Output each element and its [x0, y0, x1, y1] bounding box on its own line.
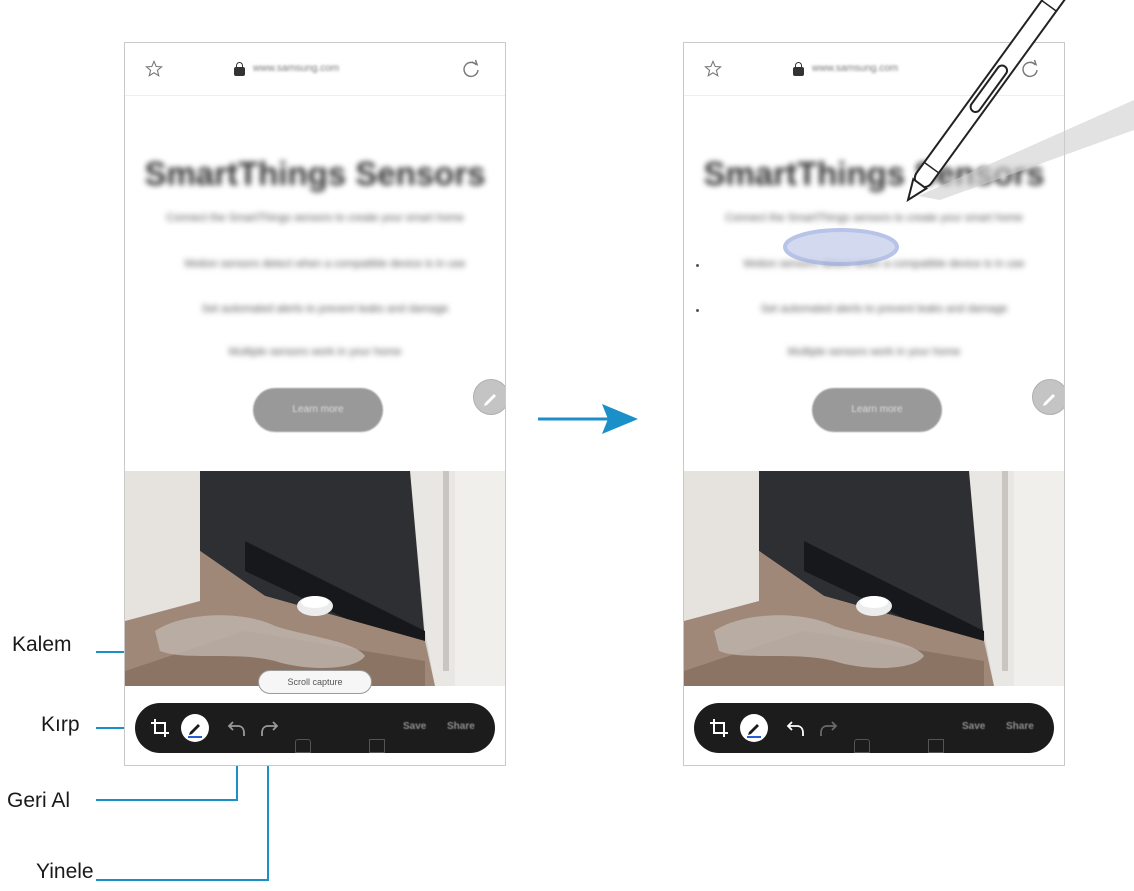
bullet-item: Multiple sensors work in your home [787, 346, 961, 358]
redo-icon[interactable] [257, 716, 281, 740]
share-button[interactable]: Share [1006, 721, 1034, 732]
pen-icon [747, 724, 761, 738]
air-command-pen-button[interactable] [1032, 379, 1064, 415]
undo-icon[interactable] [784, 716, 808, 740]
recents-icon [369, 739, 385, 753]
leak-sensor-photo [684, 471, 1064, 686]
pen-tool-button[interactable] [740, 714, 768, 742]
learn-more-button[interactable]: Learn more [253, 388, 383, 432]
phone-screen-before: www.samsung.com SmartThings Sensors Conn… [124, 42, 506, 766]
crop-icon[interactable] [707, 716, 731, 740]
undo-icon[interactable] [225, 716, 249, 740]
scroll-capture-button[interactable]: Scroll capture [258, 670, 372, 694]
bullet-item: Multiple sensors work in your home [228, 346, 402, 358]
lock-icon [793, 62, 804, 76]
smart-select-toolbar: Save Share [135, 703, 495, 753]
bullet-item: Motion sensors detect when a compatible … [184, 258, 466, 270]
bullet-dot [696, 309, 699, 312]
reload-icon[interactable] [461, 59, 481, 79]
lock-icon [234, 62, 245, 76]
s-pen-illustration [906, 0, 1134, 203]
pen-icon [1043, 394, 1055, 406]
bullet-item: Set automated alerts to prevent leaks an… [201, 303, 449, 315]
save-button[interactable]: Save [962, 721, 985, 732]
leak-sensor-photo [125, 471, 505, 686]
bullet-item: Set automated alerts to prevent leaks an… [760, 303, 1008, 315]
page-headline: SmartThings Sensors [144, 155, 486, 192]
pen-icon [188, 724, 202, 738]
pen-icon [484, 394, 496, 406]
pen-highlight-stroke [783, 228, 899, 266]
callout-label-pen: Kalem [12, 633, 72, 656]
bullet-dot [696, 264, 699, 267]
learn-more-button[interactable]: Learn more [812, 388, 942, 432]
callout-label-crop: Kırp [41, 713, 80, 736]
url-text[interactable]: www.samsung.com [253, 63, 339, 74]
air-command-pen-button[interactable] [473, 379, 505, 415]
smart-select-toolbar: Save Share [694, 703, 1054, 753]
save-button[interactable]: Save [403, 721, 426, 732]
redo-icon[interactable] [816, 716, 840, 740]
bookmark-star-icon[interactable] [145, 60, 163, 78]
crop-icon[interactable] [148, 716, 172, 740]
callout-label-undo: Geri Al [7, 789, 71, 812]
recents-icon [928, 739, 944, 753]
share-button[interactable]: Share [447, 721, 475, 732]
home-icon [295, 739, 311, 753]
browser-url-bar: www.samsung.com [125, 43, 505, 96]
pen-tool-button[interactable] [181, 714, 209, 742]
callout-label-redo: Yinele [36, 860, 94, 883]
transition-arrow [538, 404, 638, 434]
bookmark-star-icon[interactable] [704, 60, 722, 78]
page-subheadline: Connect the SmartThings sensors to creat… [166, 212, 464, 224]
home-icon [854, 739, 870, 753]
